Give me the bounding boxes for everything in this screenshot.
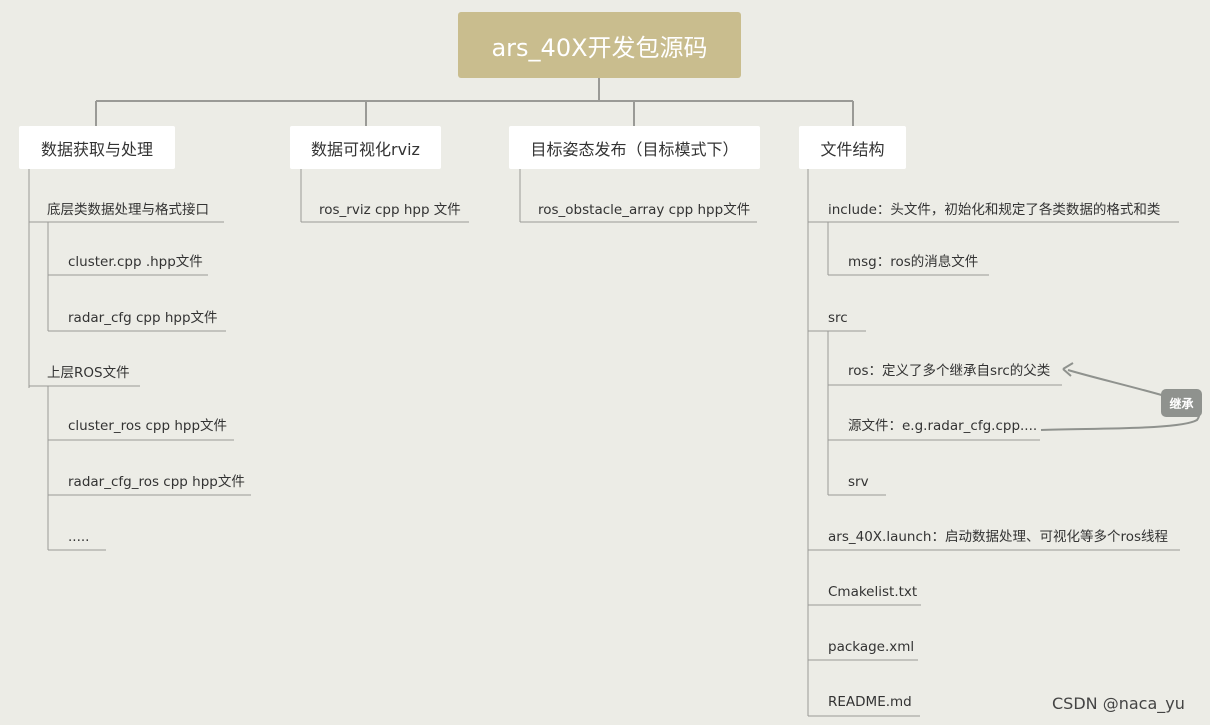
branch-visualization[interactable]: 数据可视化rviz bbox=[290, 126, 441, 169]
node-src[interactable]: src bbox=[828, 310, 848, 326]
node-cluster-cpp[interactable]: cluster.cpp .hpp文件 bbox=[68, 254, 203, 270]
branch-file-structure[interactable]: 文件结构 bbox=[799, 126, 906, 169]
node-radar-cfg-ros[interactable]: radar_cfg_ros cpp hpp文件 bbox=[68, 474, 245, 490]
node-ros-parent-classes[interactable]: ros：定义了多个继承自src的父类 bbox=[848, 363, 1050, 379]
branch-target-pose[interactable]: 目标姿态发布（目标模式下） bbox=[509, 126, 760, 169]
node-readme[interactable]: README.md bbox=[828, 694, 912, 710]
node-include[interactable]: include：头文件，初始化和规定了各类数据的格式和类 bbox=[828, 202, 1160, 218]
watermark: CSDN @naca_yu bbox=[1052, 694, 1185, 713]
node-srv[interactable]: srv bbox=[848, 474, 869, 490]
node-source-files[interactable]: 源文件：e.g.radar_cfg.cpp.... bbox=[848, 418, 1037, 434]
node-ellipsis[interactable]: ..... bbox=[68, 529, 89, 545]
node-cmakelist[interactable]: Cmakelist.txt bbox=[828, 584, 917, 600]
node-ros-rviz[interactable]: ros_rviz cpp hpp 文件 bbox=[319, 202, 461, 218]
node-ros-obstacle-array[interactable]: ros_obstacle_array cpp hpp文件 bbox=[538, 202, 750, 218]
inheritance-callout[interactable]: 继承 bbox=[1161, 389, 1202, 417]
node-msg[interactable]: msg：ros的消息文件 bbox=[848, 254, 978, 270]
node-low-level-classes[interactable]: 底层类数据处理与格式接口 bbox=[47, 202, 209, 218]
node-radar-cfg[interactable]: radar_cfg cpp hpp文件 bbox=[68, 310, 218, 326]
branch-data-acquisition[interactable]: 数据获取与处理 bbox=[19, 126, 175, 169]
node-package-xml[interactable]: package.xml bbox=[828, 639, 914, 655]
arrowhead-icon bbox=[1062, 362, 1074, 377]
node-launch[interactable]: ars_40X.launch：启动数据处理、可视化等多个ros线程 bbox=[828, 529, 1168, 545]
node-cluster-ros[interactable]: cluster_ros cpp hpp文件 bbox=[68, 418, 227, 434]
root-topic[interactable]: ars_40X开发包源码 bbox=[458, 12, 741, 78]
node-upper-ros-files[interactable]: 上层ROS文件 bbox=[47, 365, 130, 381]
